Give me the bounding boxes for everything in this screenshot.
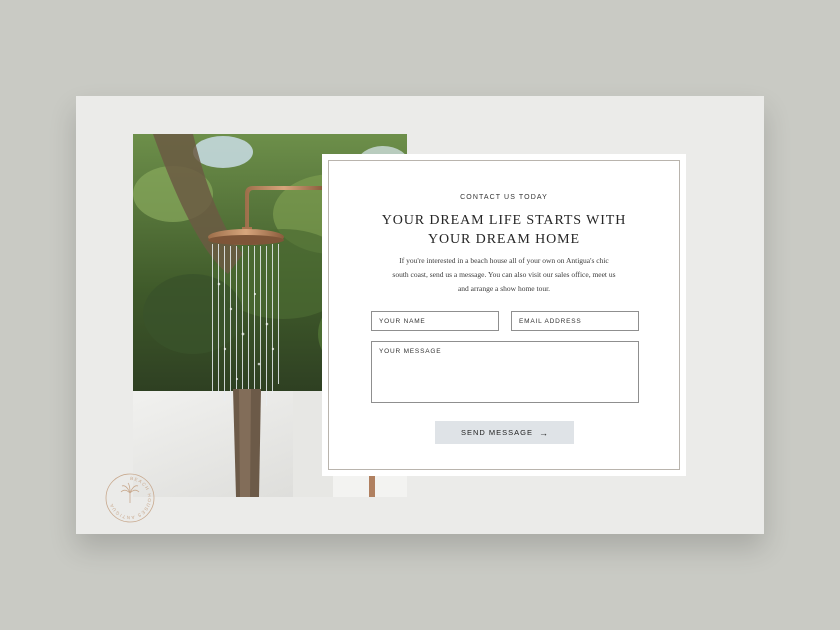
email-input[interactable]: EMAIL ADDRESS [511, 311, 639, 331]
arrow-right-icon: → [539, 427, 548, 438]
headline-line-2: YOUR DREAM HOME [428, 232, 580, 247]
message-placeholder: YOUR MESSAGE [379, 348, 442, 355]
contact-form-panel: CONTACT US TODAY YOUR DREAM LIFE STARTS … [322, 154, 686, 476]
send-message-label: SEND MESSAGE [460, 428, 533, 437]
badge-text: BEACH HOUSES ANTIGUA [109, 476, 151, 520]
send-message-button[interactable]: SEND MESSAGE → [435, 421, 574, 444]
name-input[interactable]: YOUR NAME [371, 311, 499, 331]
svg-text:BEACH HOUSES ANTIGUA: BEACH HOUSES ANTIGUA [109, 476, 152, 520]
beach-houses-antigua-logo: BEACH HOUSES ANTIGUA [104, 472, 156, 524]
message-textarea[interactable]: YOUR MESSAGE [371, 341, 639, 403]
name-placeholder: YOUR NAME [379, 318, 426, 325]
email-placeholder: EMAIL ADDRESS [519, 318, 582, 325]
contact-form-frame: CONTACT US TODAY YOUR DREAM LIFE STARTS … [328, 160, 680, 470]
contact-intro-text: If you're interested in a beach house al… [392, 256, 616, 293]
contact-eyebrow: CONTACT US TODAY [460, 194, 548, 201]
contact-headline: YOUR DREAM LIFE STARTS WITH YOUR DREAM H… [329, 211, 679, 249]
headline-line-1: YOUR DREAM LIFE STARTS WITH [381, 213, 627, 228]
